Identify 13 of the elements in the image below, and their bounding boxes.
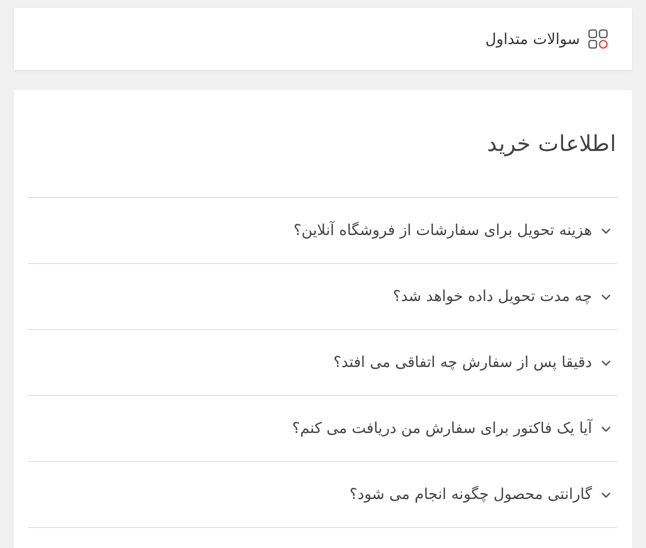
faq-question: دقیقا پس از سفارش چه اتفاقی می افتد؟ — [333, 352, 592, 374]
section-title: اطلاعات خرید — [487, 131, 617, 159]
faq-question: چه مدت تحویل داده خواهد شد؟ — [392, 286, 592, 308]
faq-question: گارانتی محصول چگونه انجام می شود؟ — [350, 484, 592, 506]
faq-item[interactable]: گارانتی محصول چگونه انجام می شود؟ — [28, 462, 618, 528]
faq-question: آیا یک فاکتور برای سفارش من دریافت می کنم؟ — [292, 418, 592, 440]
faq-item[interactable]: آیا یک فاکتور برای سفارش من دریافت می کنم؟ — [28, 396, 618, 462]
page-title: سوالات متداول — [485, 28, 580, 50]
faq-item[interactable]: هزینه تحویل برای سفارشات از فروشگاه آنلاین؟ — [28, 198, 618, 264]
faq-item[interactable]: دقیقا پس از سفارش چه اتفاقی می افتد؟ — [28, 330, 618, 396]
grid-icon — [588, 29, 608, 49]
faq-question: هزینه تحویل برای سفارشات از فروشگاه آنلاین؟ — [294, 220, 592, 242]
faq-item[interactable]: چه مدت تحویل داده خواهد شد؟ — [28, 264, 618, 330]
